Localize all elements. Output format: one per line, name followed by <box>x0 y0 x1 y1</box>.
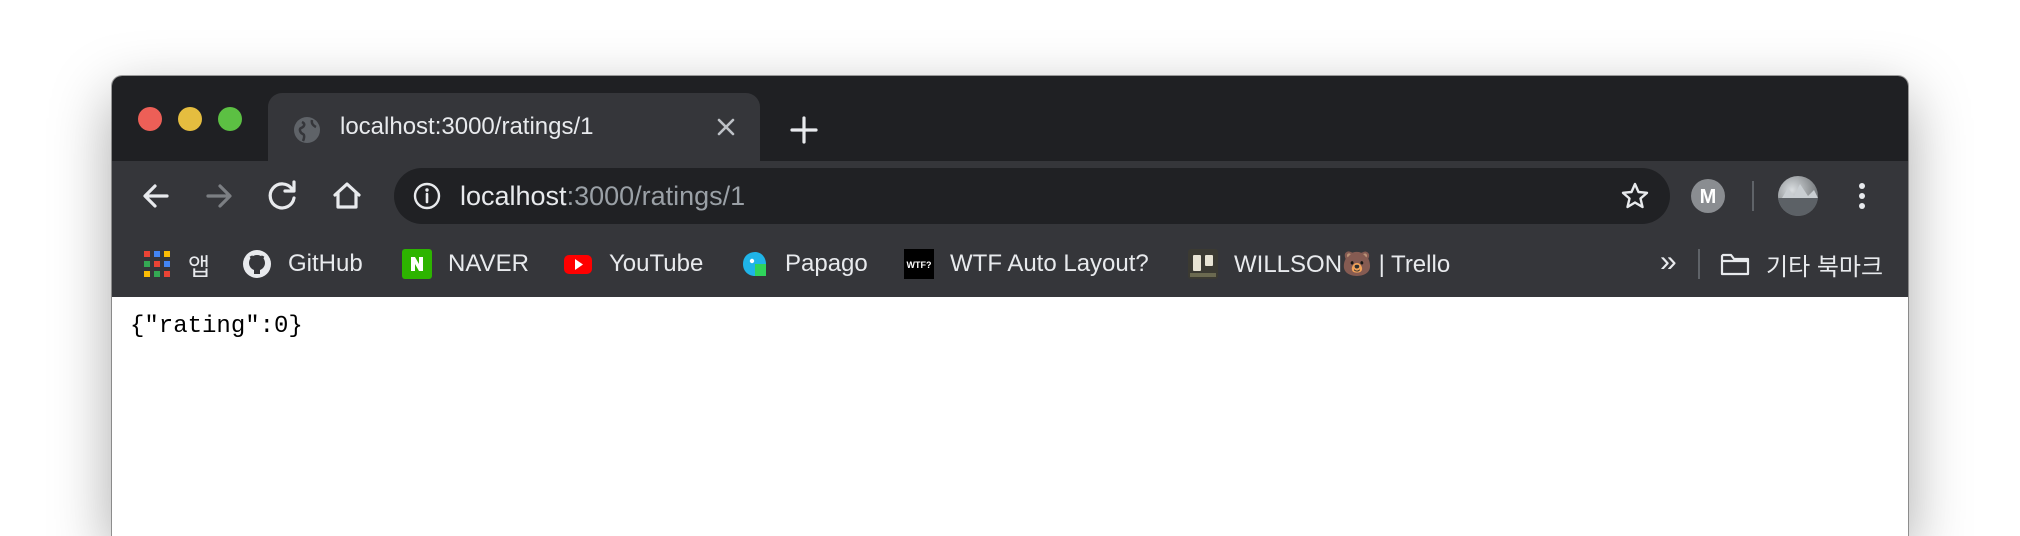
minimize-window-button[interactable] <box>178 107 202 131</box>
url-text[interactable]: localhost:3000/ratings/1 <box>460 168 745 224</box>
bookmark-label: WTF Auto Layout? <box>950 250 1149 277</box>
avatar-image <box>1778 184 1818 216</box>
wtf-icon: WTF? <box>904 249 934 279</box>
close-tab-icon[interactable] <box>714 115 738 139</box>
extension-letter: M <box>1700 186 1717 208</box>
url-host: localhost <box>460 181 567 211</box>
profile-avatar[interactable] <box>1778 176 1818 216</box>
bookmark-label: WILLSON🐻 | Trello <box>1234 250 1451 278</box>
bookmark-label: NAVER <box>448 250 529 277</box>
title-bar: localhost:3000/ratings/1 <box>112 76 1908 161</box>
new-tab-icon[interactable] <box>778 108 830 152</box>
forward-icon[interactable] <box>198 175 240 217</box>
close-window-button[interactable] <box>138 107 162 131</box>
address-bar[interactable]: localhost:3000/ratings/1 <box>394 168 1670 224</box>
other-bookmarks-folder[interactable]: 기타 북마크 <box>1720 231 1883 297</box>
bookmark-label: 앱 <box>188 253 211 281</box>
github-icon <box>243 250 271 278</box>
more-bookmarks-chevron[interactable]: » <box>1660 231 1677 297</box>
papago-icon <box>743 252 766 276</box>
bookmark-wtf-auto-layout[interactable]: WTF? WTF Auto Layout? <box>904 231 1149 297</box>
bookmark-trello[interactable]: WILLSON🐻 | Trello <box>1188 231 1450 297</box>
bookmarks-divider <box>1698 249 1700 279</box>
bookmark-label: Papago <box>785 250 868 277</box>
extension-m-icon[interactable]: M <box>1690 178 1726 214</box>
trello-icon <box>1188 249 1218 279</box>
home-icon[interactable] <box>326 175 368 217</box>
tab-title: localhost:3000/ratings/1 <box>340 113 594 140</box>
maximize-window-button[interactable] <box>218 107 242 131</box>
toolbar: localhost:3000/ratings/1 M <box>112 161 1908 231</box>
wtf-icon-text: WTF? <box>907 260 932 270</box>
url-path: :3000/ratings/1 <box>566 181 746 211</box>
apps-grid-icon <box>144 251 170 277</box>
youtube-icon <box>564 255 592 274</box>
bookmarks-bar: 앱 GitHub NAVER YouTube Papago WTF? WTF A… <box>112 231 1908 297</box>
more-menu-icon[interactable] <box>1844 178 1880 214</box>
bookmark-apps[interactable]: 앱 <box>142 231 210 297</box>
folder-icon <box>1720 253 1750 276</box>
globe-icon <box>294 117 320 143</box>
bookmark-papago[interactable]: Papago <box>739 231 868 297</box>
reload-icon[interactable] <box>261 175 303 217</box>
bookmark-star-icon[interactable] <box>1620 181 1650 211</box>
browser-window: localhost:3000/ratings/1 localhost:3000/… <box>112 76 1908 536</box>
bookmark-github[interactable]: GitHub <box>242 231 363 297</box>
active-tab[interactable]: localhost:3000/ratings/1 <box>268 93 760 161</box>
site-info-icon[interactable] <box>413 182 441 210</box>
naver-icon <box>402 249 432 279</box>
bookmark-label: GitHub <box>288 250 363 277</box>
json-response-text: {"rating":0} <box>130 313 303 340</box>
page-content: {"rating":0} <box>112 297 1908 536</box>
bookmark-label: YouTube <box>609 250 704 277</box>
bookmark-naver[interactable]: NAVER <box>402 231 529 297</box>
bookmark-youtube[interactable]: YouTube <box>563 231 703 297</box>
bookmark-label: 기타 북마크 <box>1766 253 1884 281</box>
back-icon[interactable] <box>135 175 177 217</box>
toolbar-divider <box>1752 181 1754 211</box>
